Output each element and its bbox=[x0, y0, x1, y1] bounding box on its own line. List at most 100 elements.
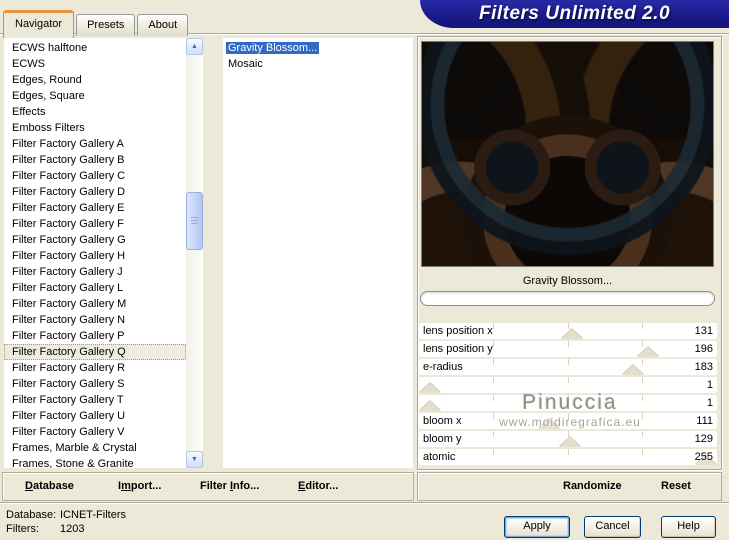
scroll-up-icon[interactable]: ▲ bbox=[186, 38, 203, 55]
slider-handle[interactable] bbox=[621, 365, 644, 375]
progress-bar bbox=[420, 291, 715, 306]
category-list-item[interactable]: Filter Factory Gallery Q bbox=[4, 344, 186, 360]
category-label: Filter Factory Gallery U bbox=[12, 410, 126, 422]
window-title: Filters Unlimited 2.0 bbox=[478, 3, 671, 24]
category-label: ECWS halftone bbox=[12, 42, 88, 54]
tab[interactable]: About bbox=[137, 14, 189, 36]
menu-item[interactable]: Reset bbox=[661, 480, 691, 492]
category-list-item[interactable]: Filter Factory Gallery L bbox=[4, 280, 186, 296]
filter-list-item[interactable]: Gravity Blossom... bbox=[223, 40, 413, 56]
category-label: Filter Factory Gallery E bbox=[12, 202, 125, 214]
category-list-item[interactable]: Edges, Square bbox=[4, 88, 186, 104]
apply-button[interactable]: Apply bbox=[504, 516, 570, 538]
menu-label-pre: Filter bbox=[200, 480, 230, 492]
menu-label-post: atabase bbox=[32, 480, 74, 492]
category-list-item[interactable]: Frames, Stone & Granite bbox=[4, 456, 186, 468]
parameter-slider[interactable]: lens position y 196 bbox=[419, 341, 717, 357]
parameter-slider[interactable]: e-radius 183 bbox=[419, 359, 717, 375]
menu-item[interactable]: Randomize bbox=[563, 480, 622, 492]
category-list-item[interactable]: Filter Factory Gallery R bbox=[4, 360, 186, 376]
slider-value: 255 bbox=[694, 451, 713, 463]
parameter-slider[interactable]: bloom y 129 bbox=[419, 431, 717, 447]
category-list-item[interactable]: Filter Factory Gallery B bbox=[4, 152, 186, 168]
watermark-name: Pinuccia bbox=[522, 391, 618, 414]
slider-label: atomic bbox=[423, 451, 456, 463]
slider-label: lens position y bbox=[423, 343, 493, 355]
slider-handle[interactable] bbox=[561, 329, 584, 339]
category-list-item[interactable]: Filter Factory Gallery N bbox=[4, 312, 186, 328]
menu-label-post: nfo... bbox=[233, 480, 260, 492]
parameter-slider[interactable]: atomic 255 bbox=[419, 449, 717, 465]
category-list-item[interactable]: Emboss Filters bbox=[4, 120, 186, 136]
category-label: Filter Factory Gallery L bbox=[12, 282, 124, 294]
database-label: Database: bbox=[6, 509, 57, 521]
category-list-item[interactable]: Filter Factory Gallery H bbox=[4, 248, 186, 264]
category-label: Filter Factory Gallery P bbox=[12, 330, 125, 342]
menu-item[interactable]: Filter Info... bbox=[200, 480, 259, 492]
category-label: Frames, Stone & Granite bbox=[12, 458, 134, 468]
tab-label: Navigator bbox=[15, 18, 63, 30]
category-list-item[interactable]: Filter Factory Gallery S bbox=[4, 376, 186, 392]
help-button[interactable]: Help bbox=[661, 516, 716, 538]
database-value: ICNET-Filters bbox=[60, 509, 126, 521]
category-list-item[interactable]: Filter Factory Gallery U bbox=[4, 408, 186, 424]
category-list-item[interactable]: Filter Factory Gallery C bbox=[4, 168, 186, 184]
category-list-item[interactable]: Frames, Marble & Crystal bbox=[4, 440, 186, 456]
cancel-button[interactable]: Cancel bbox=[584, 516, 641, 538]
slider-label: e-radius bbox=[423, 361, 463, 373]
category-list-item[interactable]: ECWS halftone bbox=[4, 40, 186, 56]
category-list-item[interactable]: Filter Factory Gallery J bbox=[4, 264, 186, 280]
category-label: Filter Factory Gallery R bbox=[12, 362, 126, 374]
category-label: Filter Factory Gallery T bbox=[12, 394, 124, 406]
scroll-down-icon[interactable]: ▼ bbox=[186, 451, 203, 468]
menu-label-accesskey: m bbox=[121, 480, 131, 492]
category-label: Effects bbox=[12, 106, 46, 118]
tab[interactable]: Presets bbox=[76, 14, 136, 36]
category-list[interactable]: ECWS halftone ECWS Edges, Round Edges, S… bbox=[4, 38, 186, 468]
tab-label: About bbox=[148, 19, 178, 31]
category-label: Filter Factory Gallery Q bbox=[12, 346, 126, 358]
preview-fractal-arcs bbox=[422, 42, 713, 266]
category-list-item[interactable]: Filter Factory Gallery D bbox=[4, 184, 186, 200]
tab[interactable]: Navigator bbox=[3, 10, 75, 38]
menu-item[interactable]: Editor... bbox=[298, 480, 338, 492]
category-label: Edges, Round bbox=[12, 74, 82, 86]
slider-handle[interactable] bbox=[558, 437, 581, 447]
category-label: Filter Factory Gallery S bbox=[12, 378, 125, 390]
category-label: Filter Factory Gallery B bbox=[12, 154, 125, 166]
category-label: Emboss Filters bbox=[12, 122, 85, 134]
selected-filter-name: Gravity Blossom... bbox=[522, 275, 613, 287]
menu-label-accesskey: D bbox=[25, 480, 33, 492]
menu-item[interactable]: Database bbox=[25, 480, 74, 492]
category-label: Filter Factory Gallery H bbox=[12, 250, 126, 262]
parameter-slider[interactable]: lens position x 131 bbox=[419, 323, 717, 339]
category-list-item[interactable]: Edges, Round bbox=[4, 72, 186, 88]
filters-count-value: 1203 bbox=[60, 523, 85, 535]
category-list-item[interactable]: Filter Factory Gallery V bbox=[4, 424, 186, 440]
filter-list-item[interactable]: Mosaic bbox=[223, 56, 413, 72]
filter-list[interactable]: Gravity Blossom... Mosaic bbox=[223, 38, 413, 468]
category-label: Filter Factory Gallery J bbox=[12, 266, 123, 278]
tab-label: Presets bbox=[87, 19, 125, 31]
filters-unlimited-window: Filters Unlimited 2.0 Navigator Presets … bbox=[0, 0, 729, 540]
menu-item[interactable]: Import... bbox=[118, 480, 161, 492]
slider-value: 129 bbox=[694, 433, 713, 445]
slider-value: 183 bbox=[694, 361, 713, 373]
slider-label: lens position x bbox=[423, 325, 493, 337]
category-list-item[interactable]: ECWS bbox=[4, 56, 186, 72]
menu-label-pre: Reset bbox=[661, 480, 691, 492]
category-list-item[interactable]: Filter Factory Gallery E bbox=[4, 200, 186, 216]
category-list-item[interactable]: Filter Factory Gallery M bbox=[4, 296, 186, 312]
category-list-item[interactable]: Filter Factory Gallery A bbox=[4, 136, 186, 152]
category-list-item[interactable]: Filter Factory Gallery T bbox=[4, 392, 186, 408]
category-list-item[interactable]: Filter Factory Gallery F bbox=[4, 216, 186, 232]
category-list-item[interactable]: Filter Factory Gallery G bbox=[4, 232, 186, 248]
tab-bar: Navigator Presets About bbox=[3, 8, 190, 38]
category-scrollbar[interactable]: ▲ ▼ bbox=[186, 38, 203, 468]
category-list-item[interactable]: Filter Factory Gallery P bbox=[4, 328, 186, 344]
category-label: Frames, Marble & Crystal bbox=[12, 442, 137, 454]
scrollbar-thumb[interactable] bbox=[186, 192, 203, 250]
slider-handle[interactable] bbox=[637, 347, 660, 357]
category-list-item[interactable]: Effects bbox=[4, 104, 186, 120]
category-label: Filter Factory Gallery C bbox=[12, 170, 126, 182]
